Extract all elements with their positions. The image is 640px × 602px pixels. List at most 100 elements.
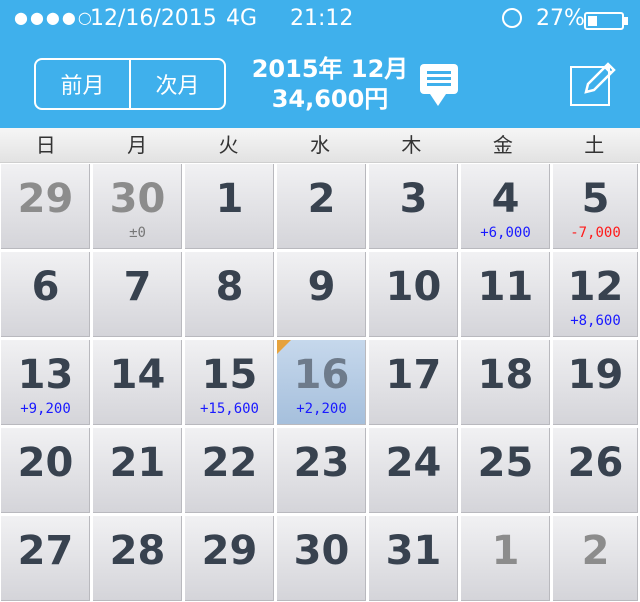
day-number: 15 — [201, 352, 258, 398]
calendar-day[interactable]: 2 — [276, 163, 367, 250]
month-label: 2015年 12月 — [251, 55, 409, 83]
network-type: 4G — [226, 6, 258, 31]
app-header: 前月 次月 2015年 12月 34,600円 — [0, 40, 640, 128]
day-number: 16 — [293, 352, 350, 398]
day-amount: +6,000 — [480, 225, 531, 241]
day-number: 13 — [17, 352, 74, 398]
day-amount: ±0 — [129, 225, 146, 241]
month-title: 2015年 12月 34,600円 — [250, 54, 410, 114]
calendar-day[interactable]: 26 — [552, 427, 639, 514]
day-number: 5 — [581, 176, 610, 222]
day-number: 30 — [293, 528, 350, 574]
weekday-label: 日 — [35, 133, 56, 157]
day-number: 23 — [293, 440, 350, 486]
next-month-button[interactable]: 次月 — [131, 60, 224, 108]
day-number: 20 — [17, 440, 74, 486]
day-number: 7 — [123, 264, 152, 310]
calendar-day[interactable]: 31 — [368, 515, 459, 602]
calendar-day[interactable]: 13 +9,200 — [0, 339, 91, 426]
day-number: 30 — [109, 176, 166, 222]
edit-pencil-icon[interactable] — [570, 62, 616, 106]
calendar-day[interactable]: 2 — [552, 515, 639, 602]
calendar-day[interactable]: 19 — [552, 339, 639, 426]
day-amount: -7,000 — [570, 225, 621, 241]
calendar-day[interactable]: 22 — [184, 427, 275, 514]
battery-icon — [584, 12, 624, 30]
day-number: 29 — [17, 176, 74, 222]
calendar-day[interactable]: 24 — [368, 427, 459, 514]
day-number: 2 — [581, 528, 610, 574]
status-date: 12/16/2015 — [90, 6, 217, 31]
day-number: 24 — [385, 440, 442, 486]
day-number: 3 — [399, 176, 428, 222]
calendar-day[interactable]: 7 — [92, 251, 183, 338]
day-number: 6 — [31, 264, 60, 310]
calendar-day[interactable]: 1 — [460, 515, 551, 602]
day-number: 14 — [109, 352, 166, 398]
calendar-day[interactable]: 30 — [276, 515, 367, 602]
weekday-header: 日月火水木金土 — [0, 128, 640, 163]
calendar-day[interactable]: 8 — [184, 251, 275, 338]
calendar-day[interactable]: 11 — [460, 251, 551, 338]
day-number: 19 — [567, 352, 624, 398]
weekday-label: 土 — [584, 133, 605, 157]
weekday-label: 火 — [218, 133, 239, 157]
month-total: 34,600円 — [271, 85, 389, 113]
calendar-day[interactable]: 25 — [460, 427, 551, 514]
calendar-day[interactable]: 12 +8,600 — [552, 251, 639, 338]
calendar-day[interactable]: 21 — [92, 427, 183, 514]
calendar-day[interactable]: 23 — [276, 427, 367, 514]
day-number: 11 — [477, 264, 534, 310]
status-time: 21:12 — [290, 6, 354, 31]
day-number: 10 — [385, 264, 442, 310]
day-amount: +2,200 — [296, 401, 347, 417]
day-number: 26 — [567, 440, 624, 486]
day-number: 2 — [307, 176, 336, 222]
battery-tip — [624, 17, 628, 25]
day-number: 22 — [201, 440, 258, 486]
calendar-day[interactable]: 29 — [0, 163, 91, 250]
calendar-day[interactable]: 28 — [92, 515, 183, 602]
calendar-day[interactable]: 30 ±0 — [92, 163, 183, 250]
day-amount: +15,600 — [199, 401, 259, 417]
rotation-lock-icon — [502, 8, 522, 28]
calendar-day[interactable]: 18 — [460, 339, 551, 426]
day-number: 28 — [109, 528, 166, 574]
calendar-day[interactable]: 20 — [0, 427, 91, 514]
calendar-day[interactable]: 1 — [184, 163, 275, 250]
calendar-day[interactable]: 5 -7,000 — [552, 163, 639, 250]
day-number: 4 — [491, 176, 520, 222]
calendar-day[interactable]: 9 — [276, 251, 367, 338]
calendar-day[interactable]: 4 +6,000 — [460, 163, 551, 250]
calendar-day[interactable]: 14 — [92, 339, 183, 426]
calendar-day[interactable]: 6 — [0, 251, 91, 338]
calendar-day[interactable]: 17 — [368, 339, 459, 426]
calendar-day[interactable]: 29 — [184, 515, 275, 602]
day-amount: +8,600 — [570, 313, 621, 329]
status-bar: ●●●●○ 12/16/2015 4G 21:12 27% — [0, 0, 640, 40]
weekday-label: 水 — [309, 133, 330, 157]
day-number: 31 — [385, 528, 442, 574]
day-number: 8 — [215, 264, 244, 310]
battery-percent: 27% — [536, 6, 585, 31]
day-number: 18 — [477, 352, 534, 398]
calendar-day-selected[interactable]: 16 +2,200 — [276, 339, 367, 426]
day-number: 9 — [307, 264, 336, 310]
chat-bubble-icon[interactable] — [420, 64, 458, 106]
month-switcher: 前月 次月 — [34, 58, 226, 110]
day-number: 1 — [491, 528, 520, 574]
day-number: 17 — [385, 352, 442, 398]
prev-month-button[interactable]: 前月 — [36, 60, 129, 108]
weekday-label: 月 — [127, 133, 148, 157]
calendar-day[interactable]: 15 +15,600 — [184, 339, 275, 426]
day-amount: +9,200 — [20, 401, 71, 417]
day-number: 21 — [109, 440, 166, 486]
weekday-label: 木 — [401, 133, 422, 157]
day-number: 1 — [215, 176, 244, 222]
signal-dots: ●●●●○ — [14, 8, 94, 27]
day-number: 25 — [477, 440, 534, 486]
calendar-day[interactable]: 3 — [368, 163, 459, 250]
day-number: 27 — [17, 528, 74, 574]
calendar-day[interactable]: 27 — [0, 515, 91, 602]
calendar-day[interactable]: 10 — [368, 251, 459, 338]
